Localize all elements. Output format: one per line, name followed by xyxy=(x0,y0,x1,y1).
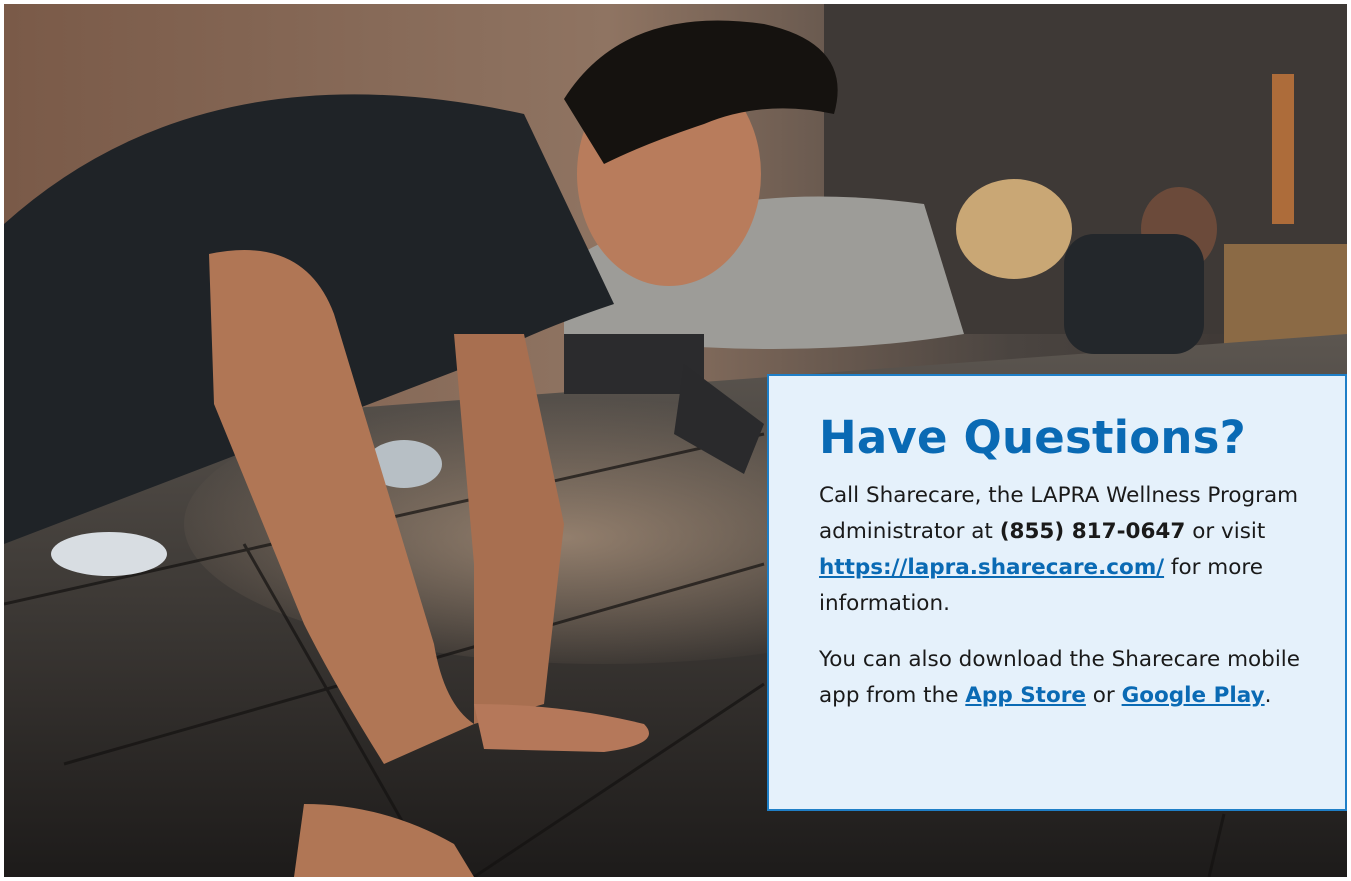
phone-number: (855) 817-0647 xyxy=(999,519,1186,544)
app-store-link[interactable]: App Store xyxy=(965,683,1086,708)
app-download-paragraph: You can also download the Sharecare mobi… xyxy=(819,642,1323,714)
sharecare-website-link[interactable]: https://lapra.sharecare.com/ xyxy=(819,555,1164,580)
app-text-suffix: . xyxy=(1264,683,1272,708)
google-play-link[interactable]: Google Play xyxy=(1122,683,1265,708)
contact-paragraph: Call Sharecare, the LAPRA Wellness Progr… xyxy=(819,478,1323,622)
app-text-mid: or xyxy=(1085,683,1122,708)
page: Have Questions? Call Sharecare, the LAPR… xyxy=(0,0,1351,881)
questions-heading: Have Questions? xyxy=(819,411,1246,464)
questions-card: Have Questions? Call Sharecare, the LAPR… xyxy=(767,374,1347,811)
contact-text-mid: or visit xyxy=(1185,519,1266,544)
